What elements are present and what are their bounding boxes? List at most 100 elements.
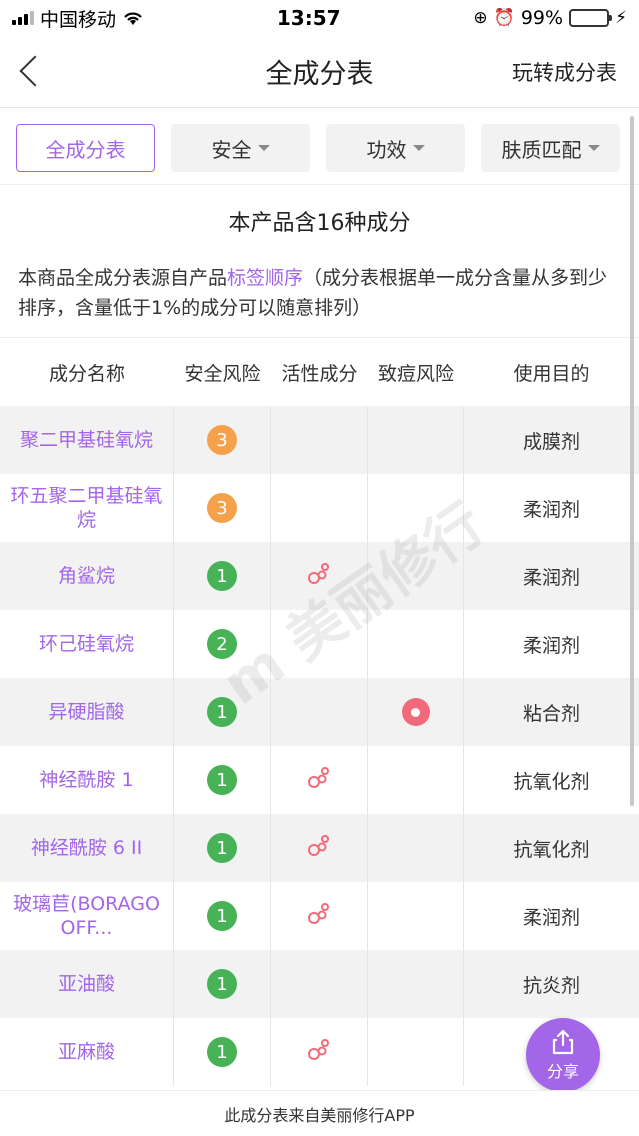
table-row[interactable]: 玻璃苣(BORAGO OFF... 1 柔润剂: [0, 882, 639, 950]
table-row[interactable]: 角鲨烷 1 柔润剂: [0, 542, 639, 610]
status-time: 13:57: [276, 6, 341, 30]
source-description: 本商品全成分表源自产品标签顺序（成分表根据单一成分含量从多到少排序，含量低于1%…: [0, 247, 639, 338]
safety-risk-badge: 3: [207, 425, 237, 455]
table-row[interactable]: 神经酰胺 1 1 抗氧化剂: [0, 746, 639, 814]
ingredient-name[interactable]: 环己硅氧烷: [33, 632, 140, 656]
cell-safety: 1: [174, 950, 271, 1018]
guide-link[interactable]: 玩转成分表: [512, 57, 617, 87]
safety-risk-badge: 1: [207, 969, 237, 999]
cell-name[interactable]: 异硬脂酸: [0, 678, 174, 746]
filter-all-ingredients[interactable]: 全成分表: [16, 124, 155, 172]
header-purpose: 使用目的: [513, 362, 590, 385]
ingredient-table: 聚二甲基硅氧烷 3 成膜剂 环五聚二甲基硅氧烷 3 柔润剂 角鲨烷 1 柔润剂 环己硅氧烷 2 柔润剂…: [0, 406, 639, 1086]
scrollbar[interactable]: [630, 116, 634, 806]
status-right: ⊕ ⏰ 99% ⚡: [473, 7, 627, 29]
table-row[interactable]: 异硬脂酸 1 粘合剂: [0, 678, 639, 746]
filter-skin-type[interactable]: 肤质匹配: [481, 124, 620, 172]
filter-label: 安全: [211, 137, 252, 162]
wifi-icon: [124, 12, 142, 25]
filter-safety[interactable]: 安全: [171, 124, 310, 172]
cell-safety: 3: [174, 406, 271, 474]
cell-name[interactable]: 神经酰胺 1: [0, 746, 174, 814]
cell-name[interactable]: 聚二甲基硅氧烷: [0, 406, 174, 474]
safety-risk-badge: 1: [207, 561, 237, 591]
cell-purpose: 柔润剂: [522, 566, 580, 589]
cell-name[interactable]: 角鲨烷: [0, 542, 174, 610]
cell-purpose: 抗氧化剂: [513, 770, 590, 793]
ingredient-name[interactable]: 角鲨烷: [52, 564, 121, 588]
cell-acne: [368, 406, 464, 474]
cell-name[interactable]: 神经酰胺 6 II: [0, 814, 174, 882]
active-ingredient-icon: [306, 833, 332, 864]
table-row[interactable]: 亚油酸 1 抗炎剂: [0, 950, 639, 1018]
cell-purpose: 成膜剂: [522, 430, 580, 453]
share-button[interactable]: 分享: [526, 1018, 600, 1092]
battery-percent: 99%: [520, 7, 564, 29]
cell-name[interactable]: 玻璃苣(BORAGO OFF...: [0, 882, 174, 950]
ingredient-name[interactable]: 玻璃苣(BORAGO OFF...: [0, 892, 173, 940]
table-header: 成分名称 安全风险 活性成分 致痘风险 使用目的: [0, 338, 639, 406]
active-ingredient-icon: [306, 765, 332, 796]
back-icon[interactable]: [18, 56, 46, 88]
cell-purpose: 柔润剂: [522, 498, 580, 521]
cell-active: [271, 746, 368, 814]
cell-active: [271, 474, 368, 542]
cell-active: [271, 950, 368, 1018]
footer-source: 此成分表来自美丽修行APP: [0, 1090, 639, 1136]
cell-active: [271, 882, 368, 950]
cell-purpose: 抗氧化剂: [513, 838, 590, 861]
cell-acne: [368, 542, 464, 610]
cell-safety: 1: [174, 542, 271, 610]
table-row[interactable]: 神经酰胺 6 II 1 抗氧化剂: [0, 814, 639, 882]
ingredient-name[interactable]: 神经酰胺 6 II: [25, 836, 148, 860]
active-ingredient-icon: [306, 1037, 332, 1068]
filter-label: 肤质匹配: [501, 137, 582, 162]
safety-risk-badge: 1: [207, 1037, 237, 1067]
filter-efficacy[interactable]: 功效: [326, 124, 465, 172]
header-name: 成分名称: [48, 362, 125, 385]
cell-acne: [368, 678, 464, 746]
cell-acne: [368, 882, 464, 950]
table-row[interactable]: 环己硅氧烷 2 柔润剂: [0, 610, 639, 678]
ingredient-name[interactable]: 亚麻酸: [52, 1040, 121, 1064]
ingredient-name[interactable]: 异硬脂酸: [42, 700, 130, 724]
cell-active: [271, 814, 368, 882]
caret-down-icon: [412, 145, 425, 151]
desc-prefix: 本商品全成分表源自产品: [18, 267, 228, 289]
ingredient-name[interactable]: 环五聚二甲基硅氧烷: [0, 484, 173, 532]
cell-safety: 2: [174, 610, 271, 678]
caret-down-icon: [587, 145, 600, 151]
ingredient-name[interactable]: 聚二甲基硅氧烷: [14, 428, 159, 452]
status-bar: 中国移动 13:57 ⊕ ⏰ 99% ⚡: [0, 0, 639, 36]
cell-active: [271, 678, 368, 746]
cell-purpose: 粘合剂: [522, 702, 580, 725]
cell-name[interactable]: 环五聚二甲基硅氧烷: [0, 474, 174, 542]
cell-name[interactable]: 亚油酸: [0, 950, 174, 1018]
ingredient-name[interactable]: 亚油酸: [52, 972, 121, 996]
cell-safety: 1: [174, 882, 271, 950]
cell-name[interactable]: 环己硅氧烷: [0, 610, 174, 678]
safety-risk-badge: 1: [207, 901, 237, 931]
cell-acne: [368, 814, 464, 882]
cell-purpose: 抗炎剂: [522, 974, 580, 997]
signal-icon: [12, 11, 34, 25]
cell-active: [271, 1018, 368, 1086]
filter-label: 全成分表: [45, 137, 126, 162]
safety-risk-badge: 2: [207, 629, 237, 659]
table-row[interactable]: 聚二甲基硅氧烷 3 成膜剂: [0, 406, 639, 474]
label-order-link[interactable]: 标签顺序: [227, 267, 303, 289]
header-safety: 安全风险: [184, 362, 261, 385]
active-ingredient-icon: [306, 561, 332, 592]
cell-name[interactable]: 亚麻酸: [0, 1018, 174, 1086]
safety-risk-badge: 1: [207, 697, 237, 727]
share-icon: [552, 1029, 574, 1055]
cell-acne: [368, 610, 464, 678]
safety-risk-badge: 3: [207, 493, 237, 523]
cell-active: [271, 406, 368, 474]
battery-icon: [569, 9, 613, 27]
carrier-label: 中国移动: [40, 8, 117, 31]
ingredient-name[interactable]: 神经酰胺 1: [33, 768, 139, 792]
cell-acne: [368, 474, 464, 542]
table-row[interactable]: 环五聚二甲基硅氧烷 3 柔润剂: [0, 474, 639, 542]
orientation-lock-icon: ⊕: [473, 8, 488, 28]
